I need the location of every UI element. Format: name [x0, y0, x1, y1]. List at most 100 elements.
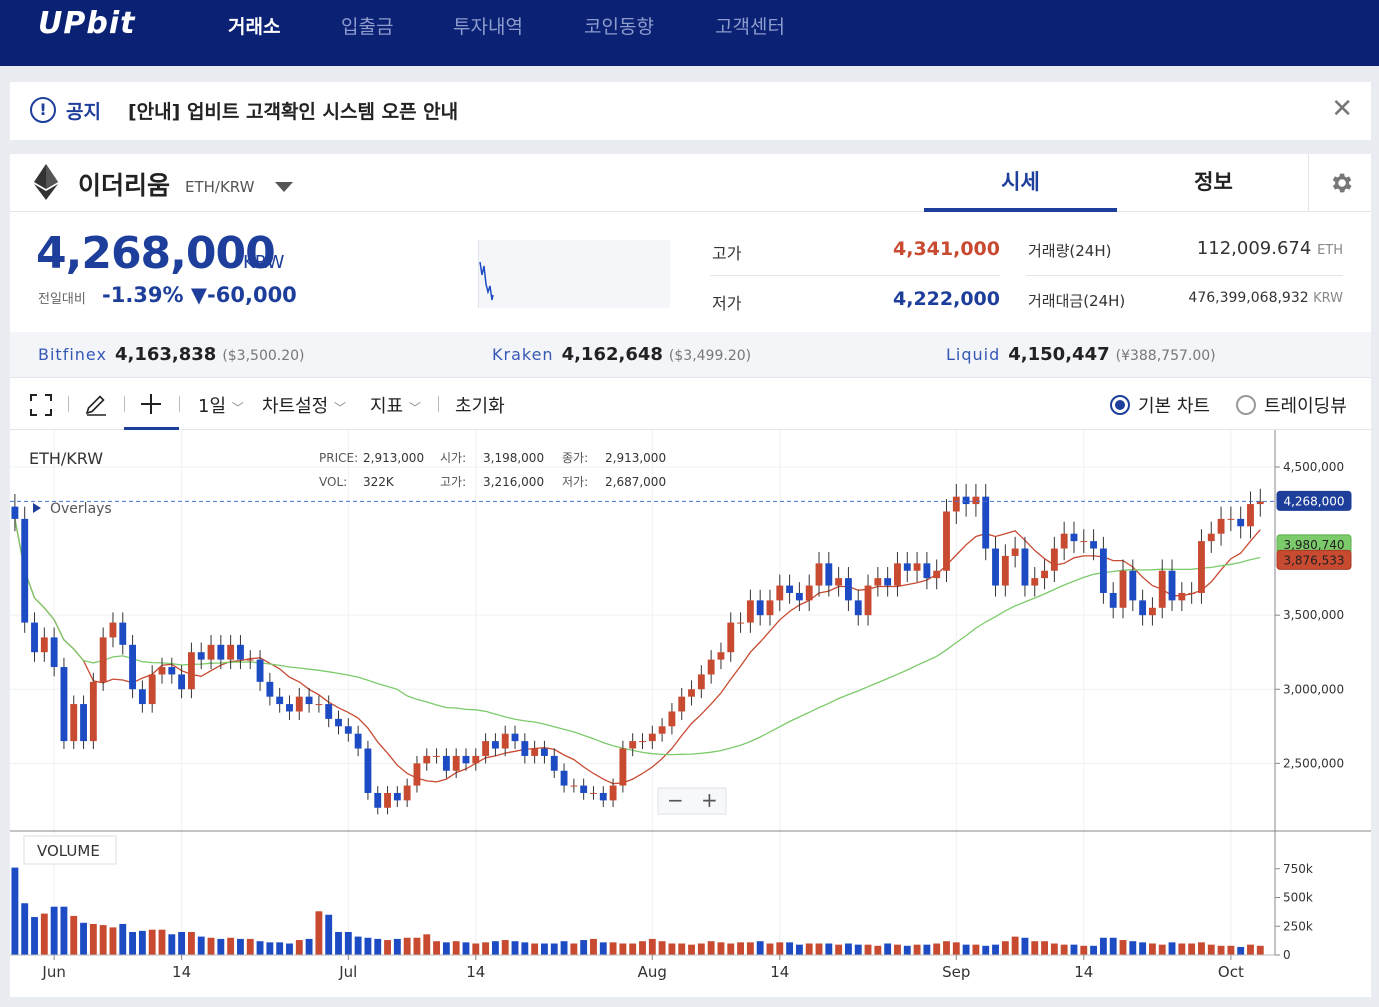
- candle[interactable]: [217, 644, 225, 660]
- candle[interactable]: [609, 785, 617, 801]
- candle[interactable]: [590, 792, 597, 794]
- candle[interactable]: [344, 726, 352, 734]
- candle[interactable]: [874, 578, 882, 586]
- candle[interactable]: [648, 733, 656, 742]
- candle[interactable]: [197, 652, 205, 660]
- candle[interactable]: [1011, 548, 1019, 556]
- candle[interactable]: [550, 755, 558, 771]
- candle[interactable]: [187, 652, 195, 690]
- indicators-menu[interactable]: 지표 ﹀: [370, 392, 421, 418]
- candle[interactable]: [1148, 607, 1156, 616]
- tab-info[interactable]: 정보: [1117, 154, 1310, 212]
- notice-link[interactable]: [안내] 업비트 고객확인 시스템 오픈 안내: [128, 97, 458, 124]
- candle[interactable]: [795, 592, 803, 601]
- candle[interactable]: [129, 644, 137, 690]
- candle[interactable]: [1090, 541, 1098, 549]
- candle[interactable]: [864, 585, 872, 616]
- candle[interactable]: [688, 689, 695, 697]
- candle[interactable]: [70, 704, 78, 742]
- candle[interactable]: [805, 585, 813, 601]
- candle[interactable]: [1001, 555, 1009, 586]
- candle[interactable]: [335, 718, 342, 727]
- candle[interactable]: [158, 667, 166, 675]
- candle[interactable]: [31, 622, 38, 653]
- candle[interactable]: [423, 755, 431, 764]
- interval-select[interactable]: 1일 ﹀: [198, 392, 244, 418]
- candle[interactable]: [482, 741, 490, 756]
- candle[interactable]: [237, 644, 244, 660]
- candle[interactable]: [1021, 548, 1029, 586]
- candle[interactable]: [364, 748, 372, 793]
- candle[interactable]: [1109, 592, 1117, 608]
- candle[interactable]: [570, 785, 578, 787]
- candle[interactable]: [727, 622, 735, 653]
- candle[interactable]: [354, 733, 362, 749]
- candle[interactable]: [1247, 504, 1254, 527]
- candle[interactable]: [1129, 570, 1137, 601]
- candle[interactable]: [442, 755, 450, 771]
- close-icon[interactable]: ✕: [1331, 94, 1353, 124]
- candle[interactable]: [511, 733, 519, 742]
- candle[interactable]: [619, 748, 627, 786]
- candle[interactable]: [992, 548, 999, 586]
- candle[interactable]: [325, 704, 333, 719]
- candle[interactable]: [315, 704, 323, 706]
- candle[interactable]: [1178, 592, 1186, 601]
- candle[interactable]: [1119, 570, 1127, 608]
- reset-button[interactable]: 초기화: [455, 392, 505, 418]
- candle[interactable]: [119, 622, 127, 645]
- candle[interactable]: [413, 763, 421, 786]
- candle[interactable]: [384, 792, 391, 808]
- candle[interactable]: [531, 748, 539, 756]
- candle[interactable]: [1050, 548, 1058, 571]
- candle[interactable]: [295, 696, 303, 712]
- tab-price[interactable]: 시세: [924, 154, 1117, 212]
- candle[interactable]: [305, 696, 313, 705]
- candle[interactable]: [668, 711, 676, 727]
- fullscreen-icon[interactable]: [30, 394, 52, 416]
- candle[interactable]: [266, 681, 274, 697]
- candle[interactable]: [943, 511, 950, 571]
- overlays-toggle[interactable]: Overlays: [50, 501, 112, 517]
- basic-chart-radio[interactable]: [1110, 395, 1130, 415]
- candle[interactable]: [707, 659, 715, 675]
- triangle-right-icon[interactable]: [33, 503, 41, 513]
- candle[interactable]: [393, 792, 401, 801]
- candle[interactable]: [1198, 541, 1205, 593]
- candle[interactable]: [462, 755, 470, 764]
- candle[interactable]: [40, 637, 48, 653]
- candle[interactable]: [178, 674, 186, 690]
- settings-button[interactable]: [1308, 154, 1371, 212]
- candle[interactable]: [80, 704, 87, 742]
- candle[interactable]: [717, 652, 725, 660]
- nav-investments[interactable]: 투자내역: [453, 12, 523, 39]
- candle[interactable]: [1099, 548, 1107, 593]
- candle[interactable]: [403, 785, 411, 801]
- candle[interactable]: [1227, 518, 1235, 520]
- candle[interactable]: [756, 600, 764, 616]
- candle[interactable]: [835, 578, 843, 586]
- candle[interactable]: [854, 600, 862, 616]
- candle[interactable]: [923, 563, 931, 579]
- candle[interactable]: [1031, 578, 1039, 586]
- candle[interactable]: [501, 733, 509, 749]
- candle[interactable]: [678, 696, 686, 712]
- candle[interactable]: [286, 704, 293, 712]
- candle[interactable]: [933, 570, 941, 579]
- candle[interactable]: [256, 659, 264, 682]
- pencil-icon[interactable]: [84, 393, 108, 417]
- candle[interactable]: [560, 770, 568, 786]
- candle[interactable]: [884, 578, 892, 586]
- candle[interactable]: [138, 689, 146, 705]
- candle[interactable]: [227, 644, 235, 660]
- candle[interactable]: [50, 637, 58, 668]
- candle[interactable]: [1188, 592, 1196, 594]
- candle[interactable]: [521, 741, 529, 756]
- nav-deposit-withdraw[interactable]: 입출금: [341, 12, 393, 39]
- zoom-out-button[interactable]: −: [667, 788, 684, 812]
- candle[interactable]: [1207, 533, 1215, 542]
- candle[interactable]: [452, 755, 460, 771]
- candle[interactable]: [815, 563, 823, 586]
- candle[interactable]: [472, 755, 480, 764]
- candle[interactable]: [639, 741, 646, 743]
